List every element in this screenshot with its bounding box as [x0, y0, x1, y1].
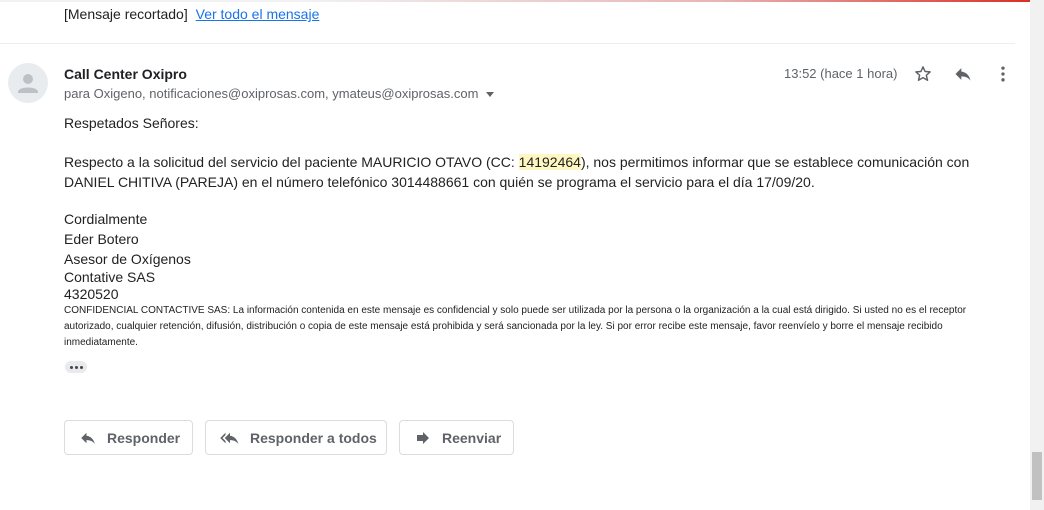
closing: Cordialmente — [64, 211, 148, 227]
recipients-text: para Oxigeno, notificaciones@oxiprosas.c… — [64, 86, 479, 101]
reply-icon — [955, 68, 971, 81]
reply-icon — [81, 432, 95, 444]
highlighted-id-number[interactable]: 14192464 — [518, 154, 581, 170]
signature-phone: 4320520 — [64, 286, 119, 302]
scrollbar-track[interactable] — [1030, 0, 1044, 510]
scrollbar-thumb[interactable] — [1032, 452, 1042, 500]
forward-button-label: Reenviar — [442, 429, 502, 446]
dot — [74, 365, 78, 369]
person-icon — [18, 74, 38, 93]
message-divider — [0, 43, 1015, 44]
reply-all-icon — [220, 432, 239, 444]
show-trimmed-content-button[interactable] — [65, 361, 87, 373]
view-full-message-link[interactable]: Ver todo el mensaje — [196, 6, 320, 22]
sender-name[interactable]: Call Center Oxipro — [64, 66, 187, 82]
clipped-message-notice: [Mensaje recortado] Ver todo el mensaje — [64, 6, 319, 22]
more-vert-icon — [1001, 66, 1005, 82]
dot — [79, 365, 83, 369]
forward-button[interactable]: Reenviar — [399, 420, 514, 455]
body-text-part1: Respecto a la solicitud del servicio del… — [64, 154, 519, 170]
dot — [69, 365, 73, 369]
signature-company: Contative SAS — [64, 269, 156, 285]
reply-header-button[interactable] — [951, 62, 975, 86]
clipped-label: [Mensaje recortado] — [64, 6, 188, 22]
signature-role: Asesor de Oxígenos — [64, 251, 191, 267]
sender-avatar[interactable] — [8, 63, 48, 103]
recipients-line: para Oxigeno, notificaciones@oxiprosas.c… — [64, 86, 495, 101]
forward-icon — [417, 431, 429, 444]
more-options-button[interactable] — [991, 62, 1015, 86]
star-button[interactable] — [911, 62, 935, 86]
reply-all-button[interactable]: Responder a todos — [205, 420, 387, 455]
confidentiality-notice: CONFIDENCIAL CONTACTIVE SAS: La informac… — [64, 305, 967, 348]
show-details-caret-icon[interactable] — [486, 92, 495, 98]
greeting: Respetados Señores: — [64, 115, 199, 131]
star-icon — [915, 66, 931, 81]
top-accent-bar — [0, 0, 1030, 2]
message-time: 13:52 (hace 1 hora) — [784, 66, 898, 81]
reply-button-label: Responder — [107, 429, 181, 446]
body-paragraph: Respecto a la solicitud del servicio del… — [64, 152, 1014, 192]
reply-button[interactable]: Responder — [64, 420, 193, 455]
reply-all-button-label: Responder a todos — [250, 429, 377, 446]
signature-name: Eder Botero — [64, 231, 139, 247]
